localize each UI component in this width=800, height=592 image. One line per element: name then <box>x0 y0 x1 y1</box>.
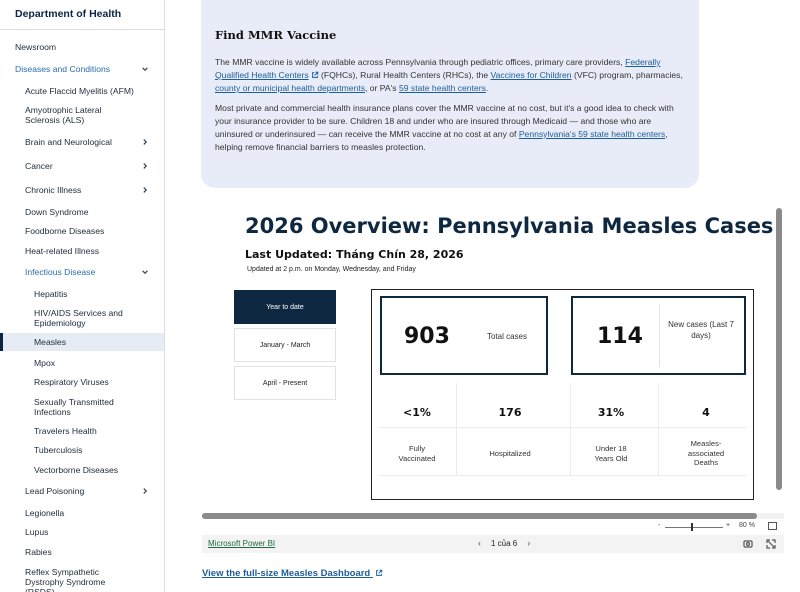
sidebar-item-hepatitis[interactable]: Hepatitis <box>0 289 164 299</box>
sidebar-nav: Department of Health Newsroom Diseases a… <box>0 0 165 592</box>
card-paragraph: Most private and commercial health insur… <box>215 103 674 152</box>
previous-page-button[interactable]: ‹ <box>478 538 481 548</box>
total-cases-label: Total cases <box>486 332 528 341</box>
deaths-value: 4 <box>702 406 710 419</box>
share-icon[interactable] <box>742 538 754 550</box>
hospitalized-value: 176 <box>498 406 522 419</box>
last-updated: Last Updated: Tháng Chín 28, 2026 <box>245 248 464 261</box>
sidebar-item-lupus[interactable]: Lupus <box>0 527 164 537</box>
under-18-label: Under 18 Years Old <box>594 444 628 463</box>
sidebar-item-travelers-health[interactable]: Travelers Health <box>0 426 164 436</box>
new-cases-label: New cases (Last 7 days) <box>668 320 734 340</box>
sidebar-item-sti[interactable]: Sexually Transmitted Infections <box>0 397 164 417</box>
divider <box>380 475 746 476</box>
page-indicator: 1 của 6 <box>491 538 518 548</box>
total-cases-card: 903 Total cases <box>380 296 548 375</box>
chevron-right-icon[interactable] <box>140 161 150 171</box>
divider <box>380 427 746 428</box>
tab-year-to-date[interactable]: Year to date <box>234 290 336 324</box>
under-18-value: 31% <box>597 406 625 419</box>
card-paragraph: The MMR vaccine is widely available acro… <box>215 57 683 93</box>
pa-state-health-centers-link[interactable]: Pennsylvania's 59 state health centers <box>519 129 665 139</box>
chevron-down-icon[interactable] <box>140 267 150 277</box>
sidebar-item-cancer[interactable]: Cancer <box>0 161 164 171</box>
sidebar-item-als[interactable]: Amyotrophic Lateral Sclerosis (ALS) <box>0 105 164 125</box>
sidebar-item-vectorborne-diseases[interactable]: Vectorborne Diseases <box>0 465 164 475</box>
zoom-in-button[interactable]: + <box>726 522 730 529</box>
vertical-scrollbar[interactable] <box>776 208 782 490</box>
chevron-down-icon[interactable] <box>140 64 150 74</box>
kpi-panel: 903 Total cases 114 New cases (Last 7 da… <box>371 289 754 500</box>
sidebar-item-afm[interactable]: Acute Flaccid Myelitis (AFM) <box>0 86 164 96</box>
divider <box>658 383 659 475</box>
sidebar-item-hiv-aids[interactable]: HIV/AIDS Services and Epidemiology <box>0 308 164 328</box>
health-departments-link[interactable]: county or municipal health departments <box>215 83 365 93</box>
tab-january-march[interactable]: January - March <box>234 328 336 362</box>
sidebar-item-respiratory-viruses[interactable]: Respiratory Viruses <box>0 377 164 387</box>
chevron-right-icon[interactable] <box>140 185 150 195</box>
state-health-centers-link[interactable]: 59 state health centers <box>399 83 486 93</box>
sidebar-item-heat-related-illness[interactable]: Heat-related Illness <box>0 246 164 256</box>
fullscreen-icon[interactable] <box>765 538 777 550</box>
zoom-out-button[interactable]: - <box>658 522 660 529</box>
powerbi-report: 2026 Overview: Pennsylvania Measles Case… <box>202 206 784 554</box>
sidebar-item-measles[interactable]: Measles <box>0 333 164 351</box>
update-schedule: Updated at 2 p.m. on Monday, Wednesday, … <box>247 266 416 273</box>
chevron-right-icon[interactable] <box>140 486 150 496</box>
main-content: Find MMR Vaccine The MMR vaccine is wide… <box>165 0 800 592</box>
total-cases-value: 903 <box>404 324 450 349</box>
chevron-right-icon[interactable] <box>140 137 150 147</box>
report-title: 2026 Overview: Pennsylvania Measles Case… <box>245 214 774 238</box>
fully-vaccinated-value: <1% <box>403 406 431 419</box>
microsoft-power-bi-link[interactable]: Microsoft Power BI <box>208 539 275 548</box>
fully-vaccinated-label: Fully Vaccinated <box>398 444 436 463</box>
sidebar-item-rsds[interactable]: Reflex Sympathetic Dystrophy Syndrome (R… <box>0 567 164 592</box>
external-link-icon <box>311 70 319 78</box>
hospitalized-label: Hospitalized <box>489 449 531 458</box>
sidebar-item-lead-poisoning[interactable]: Lead Poisoning <box>0 486 164 496</box>
zoom-slider[interactable] <box>665 527 723 528</box>
sidebar-item-newsroom[interactable]: Newsroom <box>0 42 164 52</box>
sidebar-item-foodborne-diseases[interactable]: Foodborne Diseases <box>0 226 164 236</box>
sidebar-item-legionella[interactable]: Legionella <box>0 508 164 518</box>
full-dashboard-link[interactable]: View the full-size Measles Dashboard <box>202 568 383 579</box>
new-cases-value: 114 <box>597 324 643 349</box>
sidebar-item-rabies[interactable]: Rabies <box>0 547 164 557</box>
scrollbar-thumb[interactable] <box>202 513 757 519</box>
external-link-icon <box>375 569 383 577</box>
mmr-vaccine-card: Find MMR Vaccine The MMR vaccine is wide… <box>201 0 699 188</box>
powerbi-footer: Microsoft Power BI ‹ 1 của 6 › <box>202 535 784 553</box>
sidebar-item-diseases-and-conditions[interactable]: Diseases and Conditions <box>0 64 164 74</box>
new-cases-card: 114 New cases (Last 7 days) <box>571 296 746 375</box>
page-navigator: ‹ 1 của 6 › <box>478 538 530 548</box>
sidebar-item-infectious-disease[interactable]: Infectious Disease <box>0 267 164 277</box>
horizontal-scrollbar[interactable] <box>202 513 784 519</box>
fit-page-icon[interactable] <box>768 522 777 530</box>
card-title: Find MMR Vaccine <box>215 28 337 42</box>
sidebar-item-brain-and-neurological[interactable]: Brain and Neurological <box>0 137 164 147</box>
sidebar-item-tuberculosis[interactable]: Tuberculosis <box>0 445 164 455</box>
deaths-label: Measles-associated Deaths <box>687 439 725 467</box>
sidebar-item-down-syndrome[interactable]: Down Syndrome <box>0 207 164 217</box>
next-page-button[interactable]: › <box>527 538 530 548</box>
tab-april-present[interactable]: April - Present <box>234 366 336 400</box>
zoom-level: 80 % <box>739 522 755 529</box>
vfc-link[interactable]: Vaccines for Children <box>491 70 572 80</box>
divider <box>659 304 660 367</box>
sidebar-header[interactable]: Department of Health <box>0 0 164 30</box>
zoom-bar: - + 80 % <box>202 520 784 534</box>
zoom-slider-handle[interactable] <box>691 523 694 531</box>
sidebar-item-chronic-illness[interactable]: Chronic Illness <box>0 185 164 195</box>
sidebar-item-mpox[interactable]: Mpox <box>0 358 164 368</box>
